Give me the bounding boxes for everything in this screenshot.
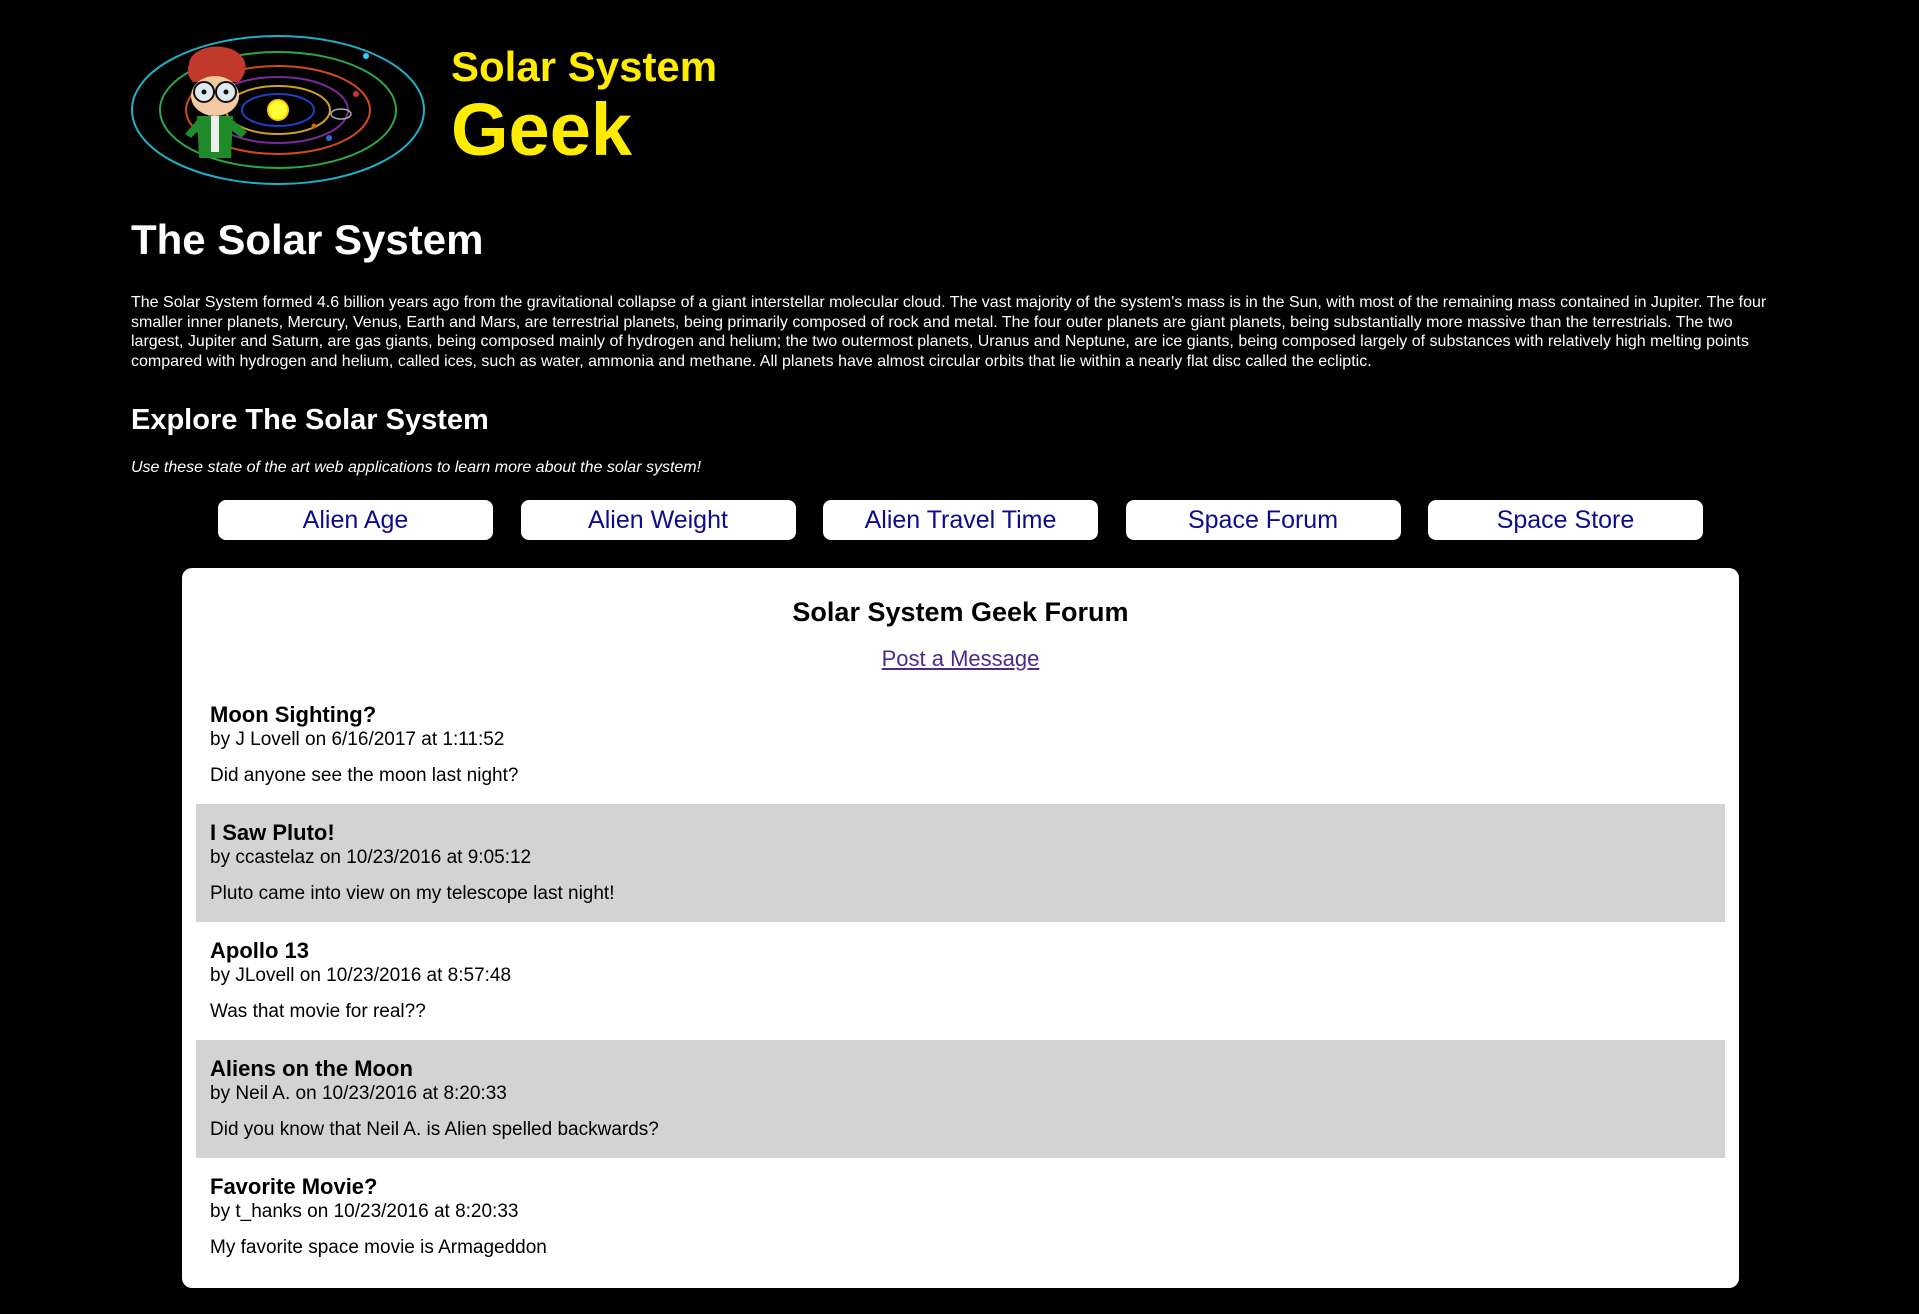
forum-post: Apollo 13 by JLovell on 10/23/2016 at 8:… xyxy=(196,922,1725,1040)
nav-button-space-forum[interactable]: Space Forum xyxy=(1125,500,1401,540)
page-container: Solar System Geek The Solar System The S… xyxy=(131,0,1788,1288)
nav-button-alien-age[interactable]: Alien Age xyxy=(218,500,493,540)
post-meta: by J Lovell on 6/16/2017 at 1:11:52 xyxy=(210,729,505,750)
post-title: I Saw Pluto! xyxy=(210,820,335,845)
nav-button-alien-weight[interactable]: Alien Weight xyxy=(520,500,796,540)
post-body: Did anyone see the moon last night? xyxy=(210,765,519,786)
forum-post-list: Moon Sighting? by J Lovell on 6/16/2017 … xyxy=(196,686,1725,1276)
post-body: Pluto came into view on my telescope las… xyxy=(210,883,615,904)
post-title: Aliens on the Moon xyxy=(210,1056,413,1081)
explore-heading: Explore The Solar System xyxy=(131,404,489,436)
forum-title: Solar System Geek Forum xyxy=(792,597,1129,627)
intro-paragraph: The Solar System formed 4.6 billion year… xyxy=(131,294,1767,370)
site-header: Solar System Geek xyxy=(131,0,1788,200)
nav-button-alien-travel-time[interactable]: Alien Travel Time xyxy=(823,500,1098,540)
post-body: Did you know that Neil A. is Alien spell… xyxy=(210,1119,659,1140)
post-title: Apollo 13 xyxy=(210,938,310,963)
app-nav: Alien Age Alien Weight Alien Travel Time… xyxy=(218,500,1703,540)
solar-system-geek-logo-icon[interactable] xyxy=(131,30,431,190)
forum-post: I Saw Pluto! by ccastelaz on 10/23/2016 … xyxy=(196,804,1725,922)
forum-post: Moon Sighting? by J Lovell on 6/16/2017 … xyxy=(196,686,1725,804)
post-body: My favorite space movie is Armageddon xyxy=(210,1237,547,1258)
forum-post: Aliens on the Moon by Neil A. on 10/23/2… xyxy=(196,1040,1725,1158)
post-title: Moon Sighting? xyxy=(210,702,377,727)
post-meta: by ccastelaz on 10/23/2016 at 9:05:12 xyxy=(210,847,532,868)
post-message-link[interactable]: Post a Message xyxy=(882,646,1040,671)
explore-subtitle: Use these state of the art web applicati… xyxy=(131,459,702,476)
post-body: Was that movie for real?? xyxy=(210,1001,426,1022)
logo-line-2: Geek xyxy=(451,88,633,171)
post-meta: by t_hanks on 10/23/2016 at 8:20:33 xyxy=(210,1201,519,1222)
site-logo-text[interactable]: Solar System Geek xyxy=(451,42,717,168)
post-meta: by JLovell on 10/23/2016 at 8:57:48 xyxy=(210,965,512,986)
post-title: Favorite Movie? xyxy=(210,1174,378,1199)
page-title: The Solar System xyxy=(131,216,484,263)
nav-button-space-store[interactable]: Space Store xyxy=(1428,500,1703,540)
logo-line-1: Solar System xyxy=(451,43,718,90)
forum-panel: Solar System Geek Forum Post a Message M… xyxy=(182,568,1739,1288)
forum-post: Favorite Movie? by t_hanks on 10/23/2016… xyxy=(196,1158,1725,1276)
post-message-container: Post a Message xyxy=(182,642,1739,676)
post-meta: by Neil A. on 10/23/2016 at 8:20:33 xyxy=(210,1083,507,1104)
